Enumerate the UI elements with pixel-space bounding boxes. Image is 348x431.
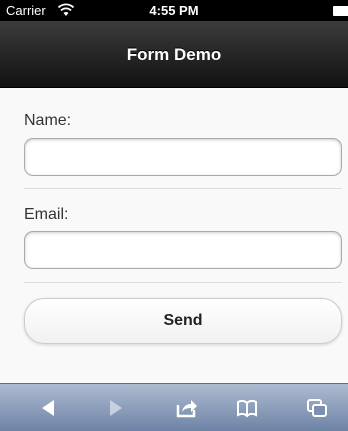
back-icon[interactable]: [38, 398, 60, 418]
form-content: Name: Email: Send: [0, 88, 348, 378]
header-bar: Form Demo: [0, 21, 348, 88]
email-label: Email:: [24, 206, 69, 223]
page-title: Form Demo: [126, 45, 222, 64]
tabs-icon[interactable]: [306, 398, 328, 418]
status-bar: Carrier 4:55 PM: [0, 0, 348, 21]
browser-toolbar: [0, 383, 348, 431]
name-input[interactable]: [24, 138, 342, 176]
divider: [24, 282, 342, 283]
bookmarks-icon[interactable]: [236, 398, 258, 418]
email-input[interactable]: [24, 231, 342, 269]
forward-icon[interactable]: [104, 398, 126, 418]
battery-icon: [333, 6, 348, 16]
name-label: Name:: [24, 112, 72, 129]
clock: 4:55 PM: [149, 3, 199, 18]
divider: [24, 188, 342, 189]
share-icon[interactable]: [176, 398, 198, 418]
send-button[interactable]: Send: [24, 298, 342, 344]
